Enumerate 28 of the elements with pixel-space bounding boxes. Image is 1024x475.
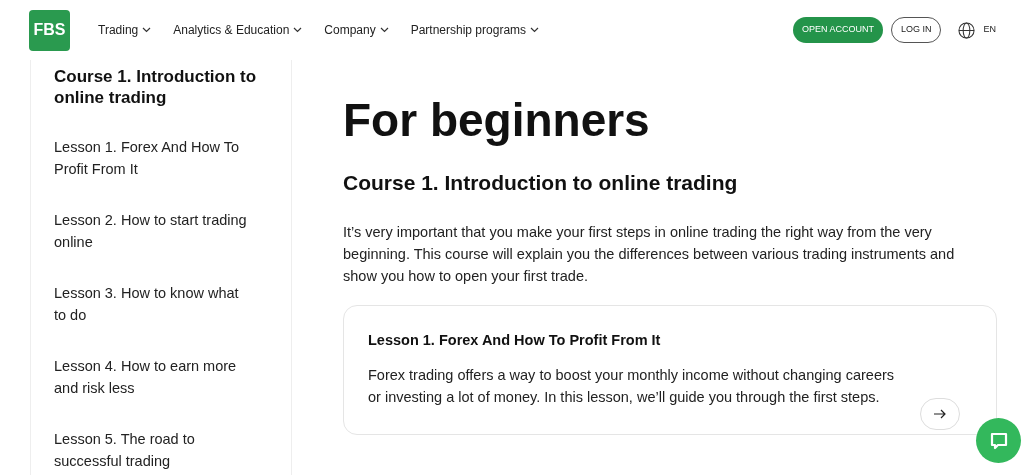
course-description: It’s very important that you make your first steps in online trading the right way from the very beginning. This course will explain you the differences between various trading instruments and show you how to open your first trade.	[343, 222, 956, 286]
chevron-down-icon	[379, 27, 389, 33]
arrow-right-icon	[934, 408, 946, 419]
lesson-card[interactable]	[343, 304, 997, 436]
sidebar-lesson-link[interactable]: Lesson 1. Forex And How To Profit From It	[54, 136, 254, 180]
lesson-card-title: Lesson 1. Forex And How To Profit From It	[368, 330, 662, 350]
chat-icon	[988, 430, 1009, 451]
language-label[interactable]: EN	[983, 23, 996, 37]
open-account-button[interactable]: OPEN ACCOUNT	[792, 17, 883, 43]
arrow-right-button[interactable]	[920, 397, 960, 430]
nav-menu-item[interactable]: Trading	[98, 21, 152, 39]
page-title: For beginners	[343, 93, 651, 148]
globe-icon[interactable]	[958, 21, 976, 39]
chat-button[interactable]	[976, 418, 1021, 463]
sidebar-lesson-link[interactable]: Lesson 4. How to earn more and risk less	[54, 355, 254, 399]
chevron-down-icon	[293, 27, 303, 33]
course-title: Course 1. Introduction to online trading	[343, 170, 739, 196]
lesson-card-text: Forex trading offers a way to boost your monthly income without changing careers or investing a lot of money. In this lesson, we’ll guide you through the first steps.	[368, 366, 896, 408]
sidebar-lesson-link[interactable]: Lesson 2. How to start trading online	[54, 209, 254, 253]
nav-menu-item[interactable]: Analytics & Education	[173, 21, 303, 39]
sidebar-lesson-link[interactable]: Lesson 3. How to know what to do	[54, 282, 254, 326]
sidebar-lesson-link[interactable]: Lesson 5. The road to successful trading	[54, 428, 254, 472]
nav-menu-item[interactable]: Company	[324, 21, 389, 39]
sidebar-course-title[interactable]: Course 1. Introduction to online trading	[54, 66, 279, 108]
logo[interactable]: FBS	[29, 9, 70, 51]
chevron-down-icon	[142, 27, 152, 33]
nav-menu-item[interactable]: Partnership programs	[410, 21, 540, 39]
chevron-down-icon	[530, 27, 540, 33]
